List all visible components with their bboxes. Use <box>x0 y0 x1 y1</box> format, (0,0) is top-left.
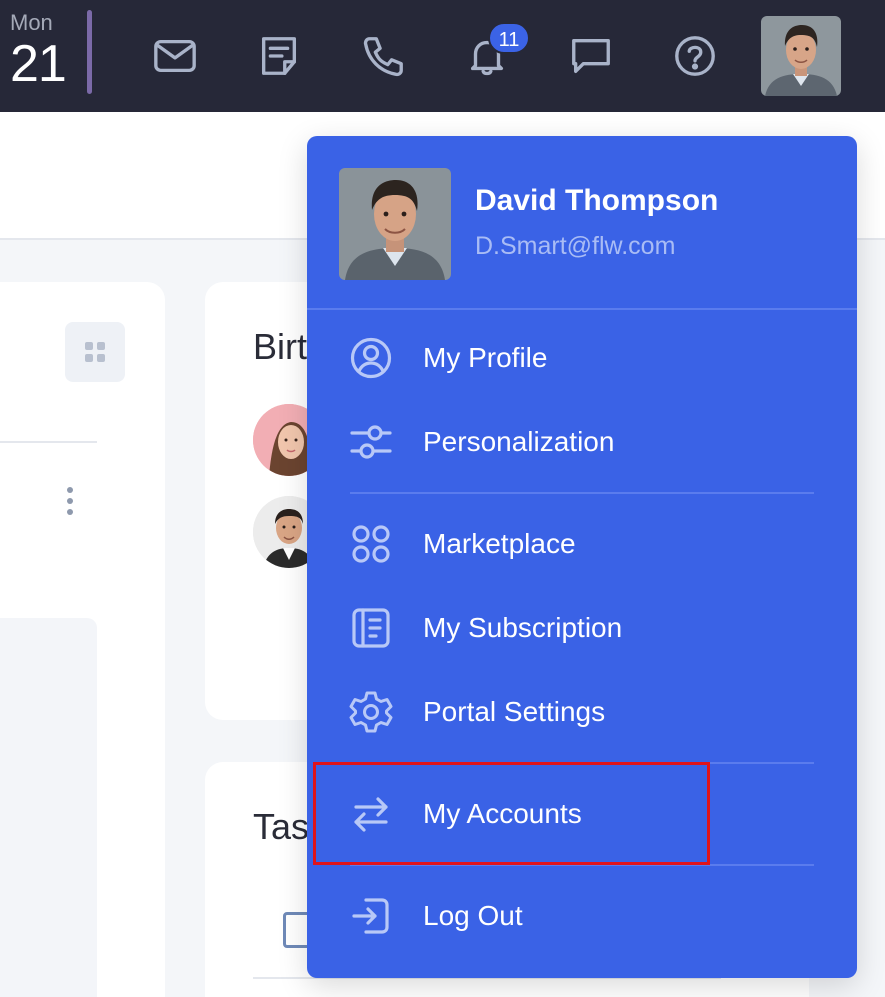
menu-item-label: Log Out <box>423 900 523 931</box>
profile-avatar <box>339 168 451 280</box>
document-icon <box>349 606 393 650</box>
date-widget: Mon 21 <box>10 10 67 93</box>
sliders-icon <box>349 420 393 464</box>
menu-item-marketplace[interactable]: Marketplace <box>307 502 857 586</box>
top-bar: Mon 21 11 <box>0 0 885 112</box>
help-icon[interactable] <box>671 32 719 80</box>
user-circle-icon <box>349 336 393 380</box>
menu-item-my-subscription[interactable]: My Subscription <box>307 586 857 670</box>
menu-separator <box>350 492 814 494</box>
apps-grid-icon <box>349 522 393 566</box>
divider <box>0 441 97 443</box>
menu-item-log-out[interactable]: Log Out <box>307 874 857 958</box>
layout-grid-button[interactable] <box>65 322 125 382</box>
menu-item-label: Personalization <box>423 426 615 457</box>
gear-icon <box>349 690 393 734</box>
menu-item-label: Marketplace <box>423 528 576 559</box>
user-avatar-button[interactable] <box>761 16 841 96</box>
more-options-icon[interactable] <box>62 486 78 518</box>
tasks-card-title: Tas <box>253 806 310 847</box>
profile-email: D.Smart@flw.com <box>475 232 676 260</box>
menu-item-portal-settings[interactable]: Portal Settings <box>307 670 857 754</box>
profile-header: David Thompson D.Smart@flw.com <box>307 136 857 310</box>
menu-item-label: My Profile <box>423 342 548 373</box>
profile-name: David Thompson <box>475 184 719 217</box>
birthdays-card-title: Birt <box>253 326 307 367</box>
chat-icon[interactable] <box>567 32 615 80</box>
notification-count-badge: 11 <box>488 22 530 54</box>
mail-icon[interactable] <box>151 32 199 80</box>
menu-item-personalization[interactable]: Personalization <box>307 400 857 484</box>
date-day: 21 <box>10 35 67 93</box>
date-divider <box>87 10 92 94</box>
date-weekday: Mon <box>10 10 53 35</box>
note-icon[interactable] <box>255 32 303 80</box>
menu-item-label: My Subscription <box>423 612 623 643</box>
menu-item-label: Portal Settings <box>423 696 606 727</box>
highlight-box <box>313 762 710 865</box>
phone-icon[interactable] <box>359 32 407 80</box>
content-panel <box>0 618 97 997</box>
menu-item-my-profile[interactable]: My Profile <box>307 316 857 400</box>
logout-icon <box>349 894 393 938</box>
grid-icon <box>85 342 105 362</box>
